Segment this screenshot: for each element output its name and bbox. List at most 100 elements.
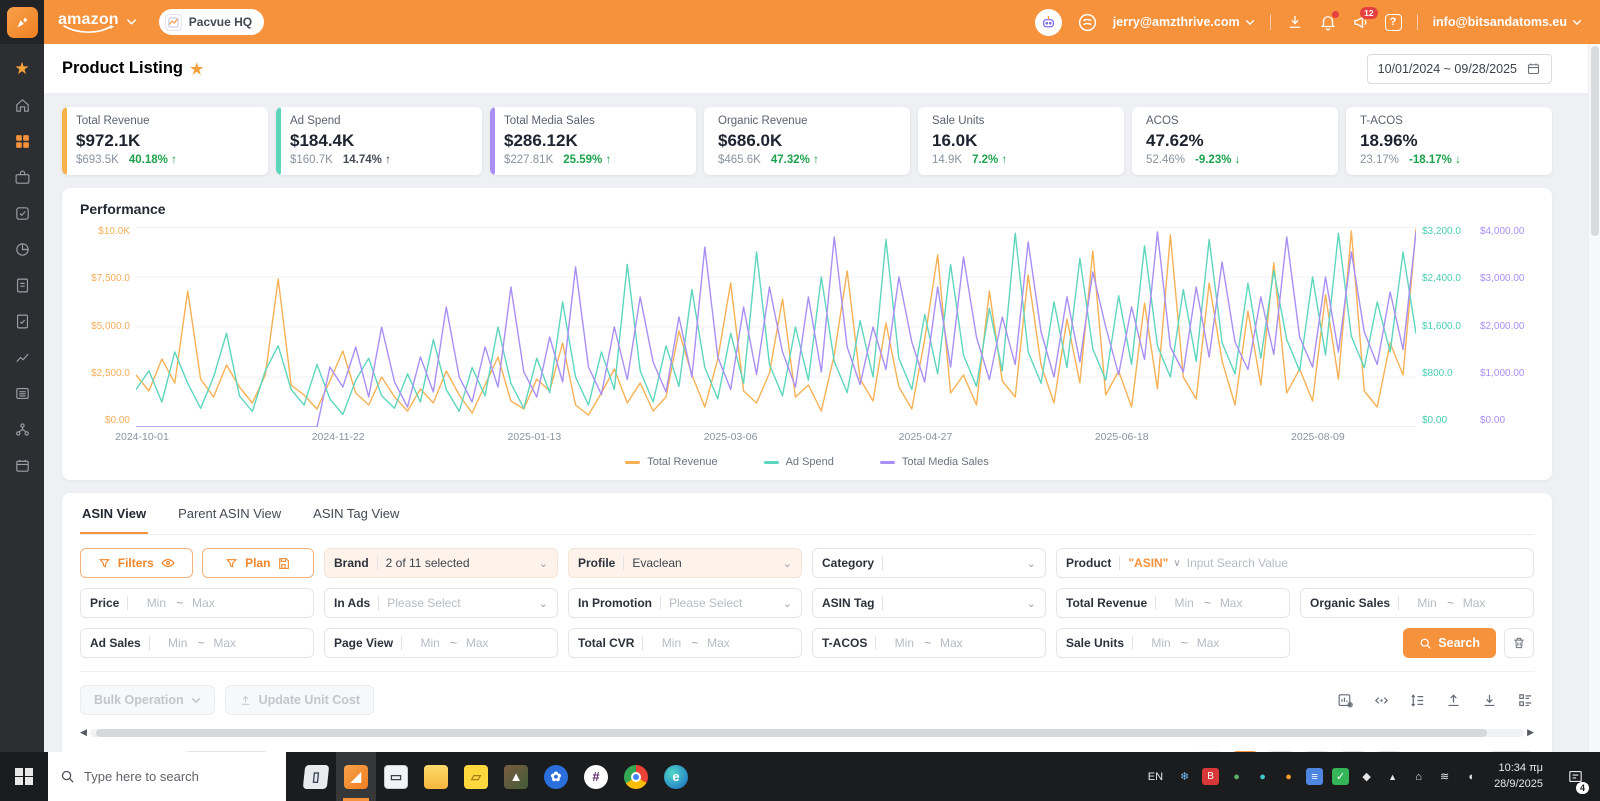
t-acos-filter[interactable]: T-ACOS ~ xyxy=(812,628,1046,658)
row-height-icon[interactable] xyxy=(1409,692,1426,709)
in-promotion-filter[interactable]: In Promotion Please Select ⌄ xyxy=(568,588,802,618)
tray-show-hidden-icon[interactable]: ▲ xyxy=(1384,768,1401,785)
product-search-input[interactable] xyxy=(1186,556,1524,570)
tray-phone-icon[interactable]: ◆ xyxy=(1358,768,1375,785)
bell-icon[interactable] xyxy=(1319,11,1339,31)
scroll-right-icon[interactable]: ▶ xyxy=(1527,727,1534,738)
ad-sales-min-input[interactable] xyxy=(157,636,198,650)
photos-app-icon[interactable]: ▲ xyxy=(496,752,536,801)
line-chart-icon[interactable] xyxy=(13,348,31,366)
scroll-left-icon[interactable]: ◀ xyxy=(80,727,87,738)
briefcase-icon[interactable] xyxy=(13,168,31,186)
price-min-input[interactable] xyxy=(136,596,177,610)
document-check-icon[interactable] xyxy=(13,312,31,330)
download-icon[interactable] xyxy=(1286,13,1304,31)
asin-tag-filter[interactable]: ASIN Tag ⌄ xyxy=(812,588,1046,618)
table-horizontal-scrollbar[interactable]: ◀ ▶ xyxy=(80,727,1534,738)
legend-total-media-sales[interactable]: Total Media Sales xyxy=(879,456,989,468)
page-button-4[interactable]: 4 xyxy=(1339,751,1368,752)
filters-button[interactable]: Filters xyxy=(80,548,193,578)
snipping-tool-icon[interactable]: ▭ xyxy=(376,752,416,801)
page-button-1[interactable]: 1 xyxy=(1231,751,1260,752)
download-icon[interactable] xyxy=(1481,692,1498,709)
edge-icon[interactable]: e xyxy=(656,752,696,801)
tray-volume-icon[interactable]: ◖ xyxy=(1462,768,1479,785)
copilot-robot-icon[interactable] xyxy=(1034,8,1062,36)
total-cvr-filter[interactable]: Total CVR ~ xyxy=(568,628,802,658)
prev-page-button[interactable]: ‹ xyxy=(1195,751,1224,752)
sale-units-max-input[interactable] xyxy=(1188,636,1229,650)
kpi-card-sale-units[interactable]: Sale Units 16.0K 14.9K 7.2% ↑ xyxy=(918,107,1124,175)
tray-security-icon[interactable]: ✓ xyxy=(1332,768,1350,785)
tray-display-icon[interactable]: ⌂ xyxy=(1410,768,1427,785)
brand-filter[interactable]: Brand 2 of 11 selected ⌄ xyxy=(324,548,558,578)
upload-icon[interactable] xyxy=(1445,692,1462,709)
list-icon[interactable] xyxy=(13,384,31,402)
pacvue-app-icon[interactable]: ◢ xyxy=(336,752,376,801)
favorite-star-icon[interactable]: ★ xyxy=(190,60,203,78)
category-filter[interactable]: Category ⌄ xyxy=(812,548,1046,578)
check-square-icon[interactable] xyxy=(13,204,31,222)
marketplace-chevron-icon[interactable] xyxy=(126,13,137,31)
kpi-card-total-revenue[interactable]: Total Revenue $972.1K $693.5K 40.18% ↑ xyxy=(62,107,268,175)
page-button-2[interactable]: 2 xyxy=(1267,751,1296,752)
page-button-3[interactable]: 3 xyxy=(1303,751,1332,752)
tab-parent-asin-view[interactable]: Parent ASIN View xyxy=(176,493,283,534)
page-vertical-scrollbar[interactable] xyxy=(1588,44,1600,752)
tray-app-icon[interactable]: ● xyxy=(1280,768,1297,785)
document-icon[interactable] xyxy=(13,276,31,294)
ad-sales-filter[interactable]: Ad Sales ~ xyxy=(80,628,314,658)
tray-app-icon[interactable]: ≡ xyxy=(1306,768,1324,785)
pie-chart-icon[interactable] xyxy=(13,240,31,258)
code-icon[interactable] xyxy=(1373,692,1390,709)
org-chart-icon[interactable] xyxy=(13,420,31,438)
notebook-app-icon[interactable]: ▯ xyxy=(296,752,336,801)
slack-icon[interactable]: # xyxy=(576,752,616,801)
tray-snowflake-icon[interactable]: ❄ xyxy=(1176,768,1193,785)
organic-sales-filter[interactable]: Organic Sales ~ xyxy=(1300,588,1534,618)
column-settings-icon[interactable] xyxy=(1517,692,1534,709)
total-revenue-max-input[interactable] xyxy=(1211,596,1252,610)
organic-sales-min-input[interactable] xyxy=(1407,596,1448,610)
t-acos-min-input[interactable] xyxy=(884,636,925,650)
marketplace-switcher[interactable]: amazon xyxy=(58,11,119,33)
t-acos-max-input[interactable] xyxy=(931,636,972,650)
scrollbar-track[interactable] xyxy=(89,728,1525,737)
legend-total-revenue[interactable]: Total Revenue xyxy=(625,456,718,468)
plan-button[interactable]: Plan xyxy=(201,548,314,578)
price-max-input[interactable] xyxy=(183,596,224,610)
profile-filter[interactable]: Profile Evaclean ⌄ xyxy=(568,548,802,578)
date-range-picker[interactable]: 10/01/2024 ~ 09/28/2025 xyxy=(1366,53,1552,84)
product-filter[interactable]: Product "ASIN" ∨ xyxy=(1056,548,1534,578)
megaphone-icon[interactable]: 12 xyxy=(1352,7,1378,31)
tray-antivirus-icon[interactable]: B xyxy=(1202,768,1220,785)
clear-filters-button[interactable] xyxy=(1504,628,1534,658)
apps-grid-icon[interactable] xyxy=(13,132,31,150)
kpi-card-organic-revenue[interactable]: Organic Revenue $686.0K $465.6K 47.32% ↑ xyxy=(704,107,910,175)
total-cvr-max-input[interactable] xyxy=(698,636,739,650)
action-center-icon[interactable]: 4 xyxy=(1558,752,1592,801)
update-unit-cost-button[interactable]: Update Unit Cost xyxy=(224,685,374,715)
user-email-menu[interactable]: jerry@amzthrive.com xyxy=(1113,15,1255,29)
search-button[interactable]: Search xyxy=(1403,628,1496,658)
page-view-filter[interactable]: Page View ~ xyxy=(324,628,558,658)
page-view-max-input[interactable] xyxy=(457,636,498,650)
ad-sales-max-input[interactable] xyxy=(204,636,245,650)
legend-ad-spend[interactable]: Ad Spend xyxy=(763,456,834,468)
bulk-operation-button[interactable]: Bulk Operation xyxy=(80,685,215,715)
sale-units-min-input[interactable] xyxy=(1141,636,1182,650)
help-icon[interactable]: ? xyxy=(1384,13,1402,31)
workspace-pill[interactable]: Pacvue HQ xyxy=(158,9,265,35)
tray-vpn-icon[interactable]: ● xyxy=(1228,768,1245,785)
total-revenue-min-input[interactable] xyxy=(1164,596,1205,610)
start-button[interactable] xyxy=(0,752,48,801)
tab-asin-tag-view[interactable]: ASIN Tag View xyxy=(311,493,401,534)
taskbar-clock[interactable]: 10:34 πμ 28/9/2025 xyxy=(1488,761,1549,793)
kpi-card-acos[interactable]: ACOS 47.62% 52.46% -9.23% ↓ xyxy=(1132,107,1338,175)
chart-preview-icon[interactable] xyxy=(1337,692,1354,709)
tab-asin-view[interactable]: ASIN View xyxy=(80,493,149,534)
page-view-min-input[interactable] xyxy=(410,636,451,650)
sale-units-filter[interactable]: Sale Units ~ xyxy=(1056,628,1290,658)
settings-flower-icon[interactable]: ✿ xyxy=(536,752,576,801)
product-search-type[interactable]: "ASIN" xyxy=(1128,556,1168,570)
